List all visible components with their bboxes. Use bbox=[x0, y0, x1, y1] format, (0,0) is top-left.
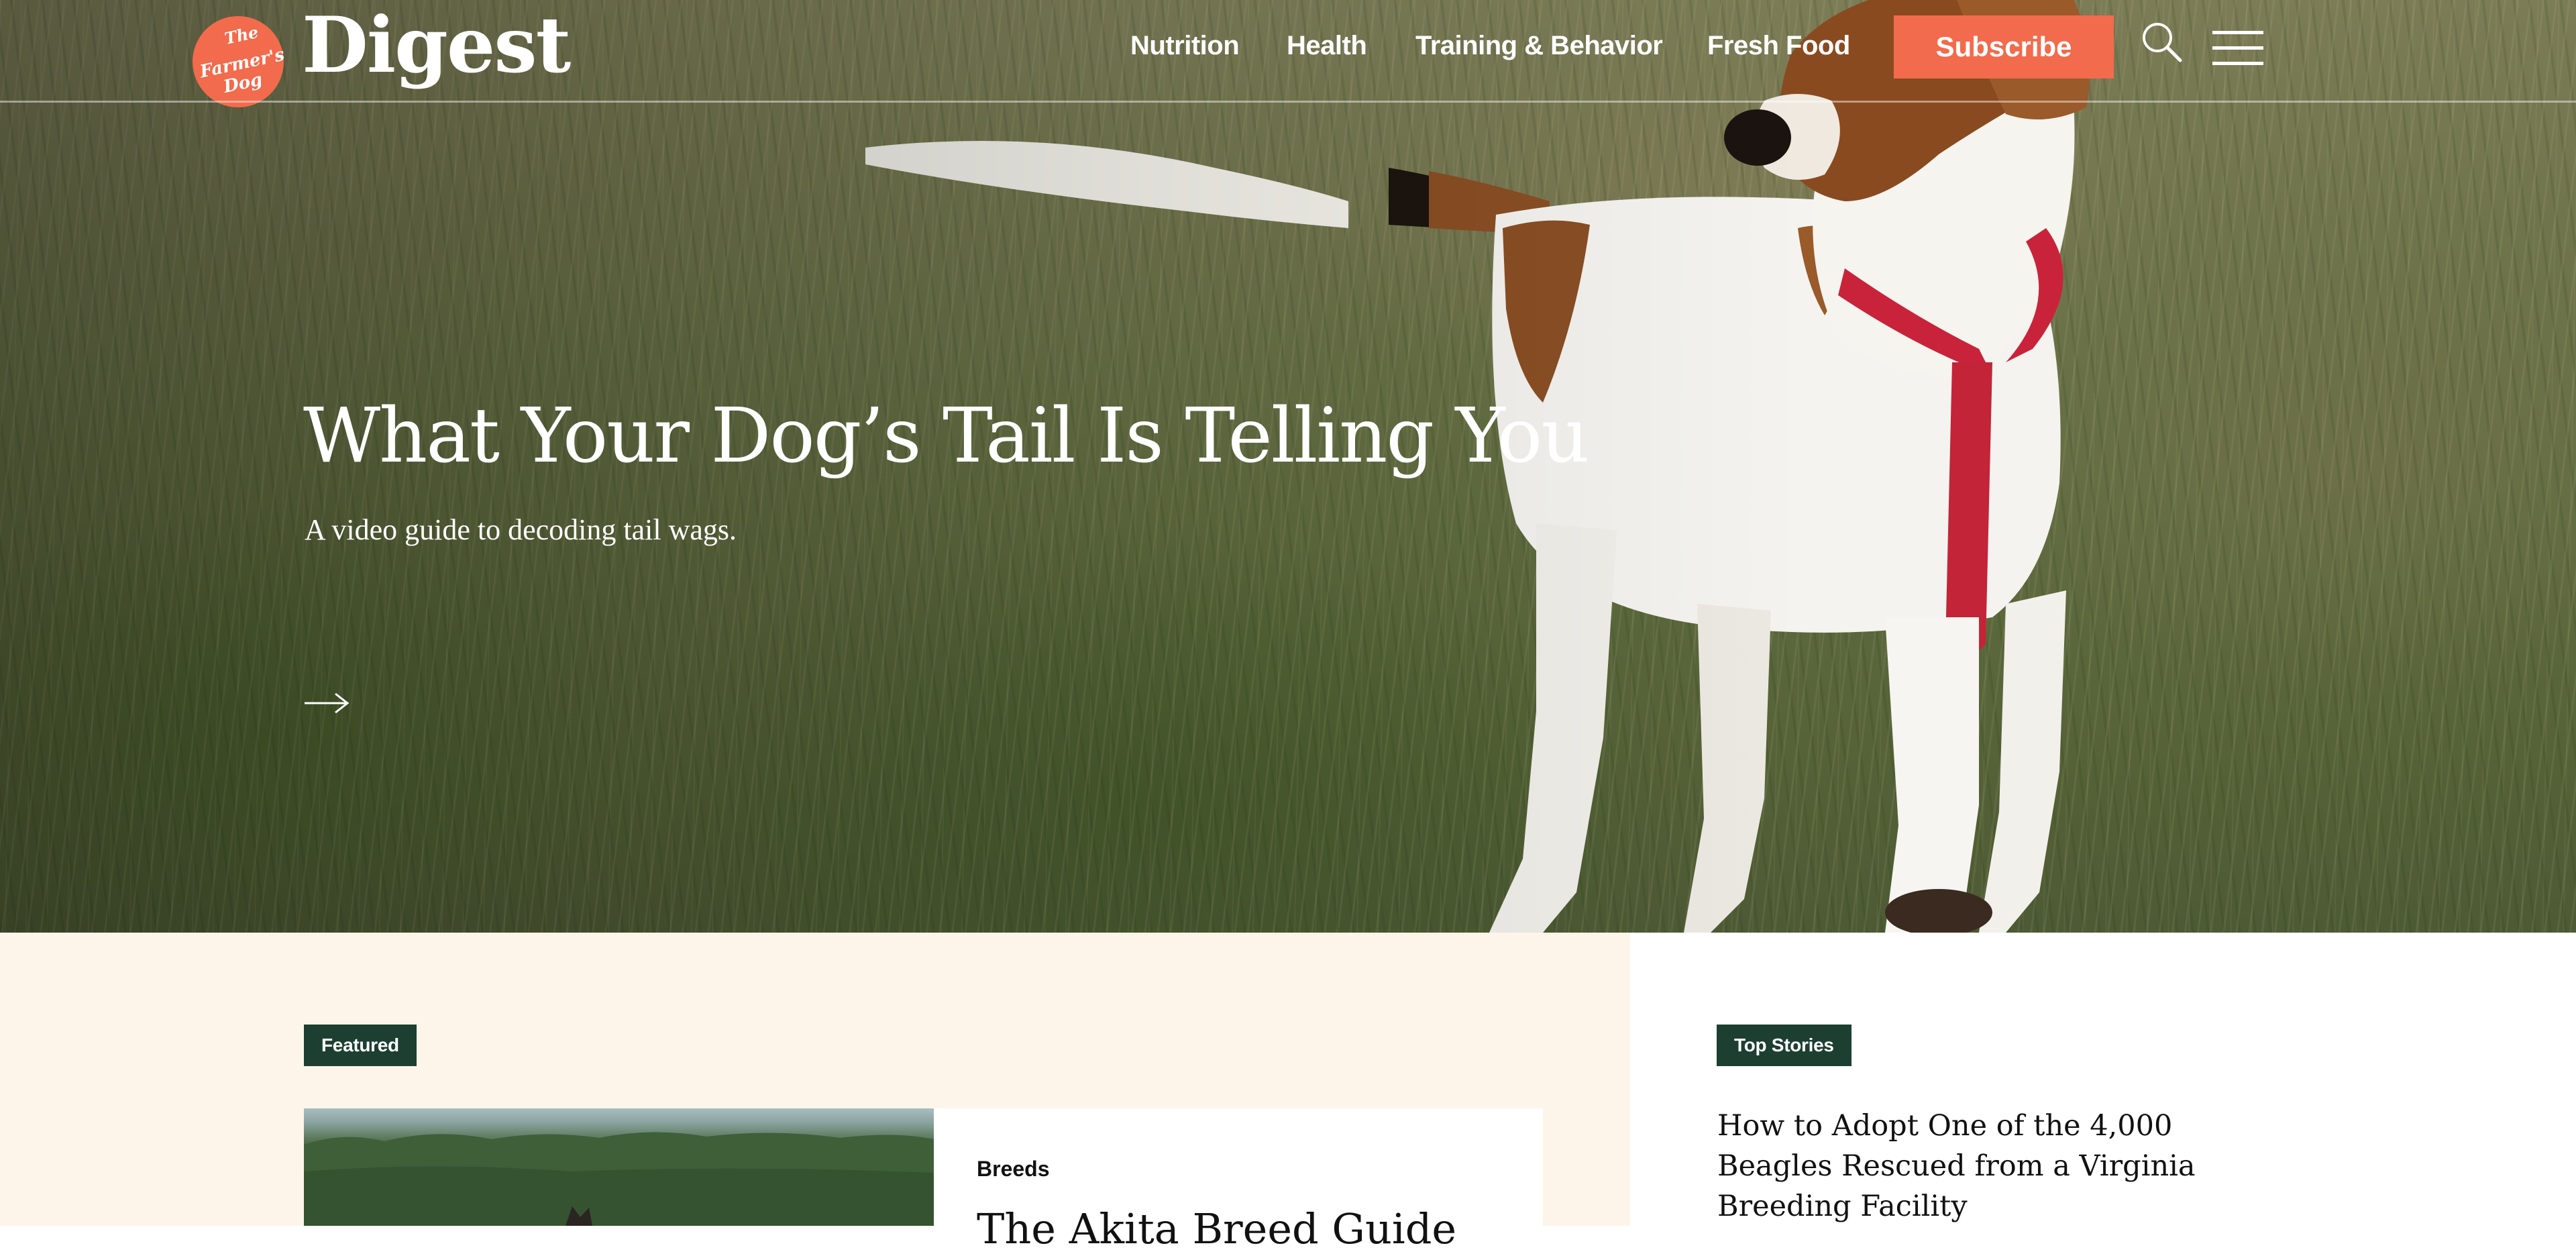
site-header: The Farmer's Dog Digest Nutrition Health… bbox=[0, 0, 2576, 107]
menu-icon[interactable] bbox=[2211, 28, 2265, 68]
featured-article-title[interactable]: The Akita Breed Guide bbox=[977, 1202, 1456, 1256]
featured-tag: Featured bbox=[304, 1025, 417, 1066]
hero-banner[interactable]: What Your Dog’s Tail Is Telling You A vi… bbox=[0, 0, 2576, 933]
search-icon[interactable] bbox=[2139, 19, 2186, 66]
farmers-dog-logo-icon[interactable]: The Farmer's Dog bbox=[186, 15, 290, 109]
subscribe-button[interactable]: Subscribe bbox=[1894, 15, 2114, 78]
top-story-title[interactable]: How to Adopt One of the 4,000 Beagles Re… bbox=[1717, 1106, 2267, 1226]
digest-wordmark[interactable]: Digest bbox=[302, 1, 571, 89]
header-divider bbox=[0, 101, 2576, 103]
nav-item-fresh-food[interactable]: Fresh Food bbox=[1707, 27, 1850, 64]
top-stories-tag: Top Stories bbox=[1717, 1025, 1851, 1066]
hero-title[interactable]: What Your Dog’s Tail Is Telling You bbox=[303, 386, 1589, 486]
nav-item-training-behavior[interactable]: Training & Behavior bbox=[1415, 27, 1663, 64]
nav-item-health[interactable]: Health bbox=[1287, 27, 1367, 64]
featured-article-category: Breeds bbox=[977, 1157, 1050, 1181]
hero-subtitle: A video guide to decoding tail wags. bbox=[305, 513, 737, 546]
featured-article-card[interactable]: Breeds The Akita Breed Guide bbox=[934, 1108, 1543, 1253]
featured-image-trees bbox=[304, 1132, 934, 1226]
arrow-right-icon[interactable] bbox=[303, 691, 350, 715]
featured-article-image[interactable] bbox=[304, 1108, 934, 1226]
nav-item-nutrition[interactable]: Nutrition bbox=[1130, 27, 1240, 64]
